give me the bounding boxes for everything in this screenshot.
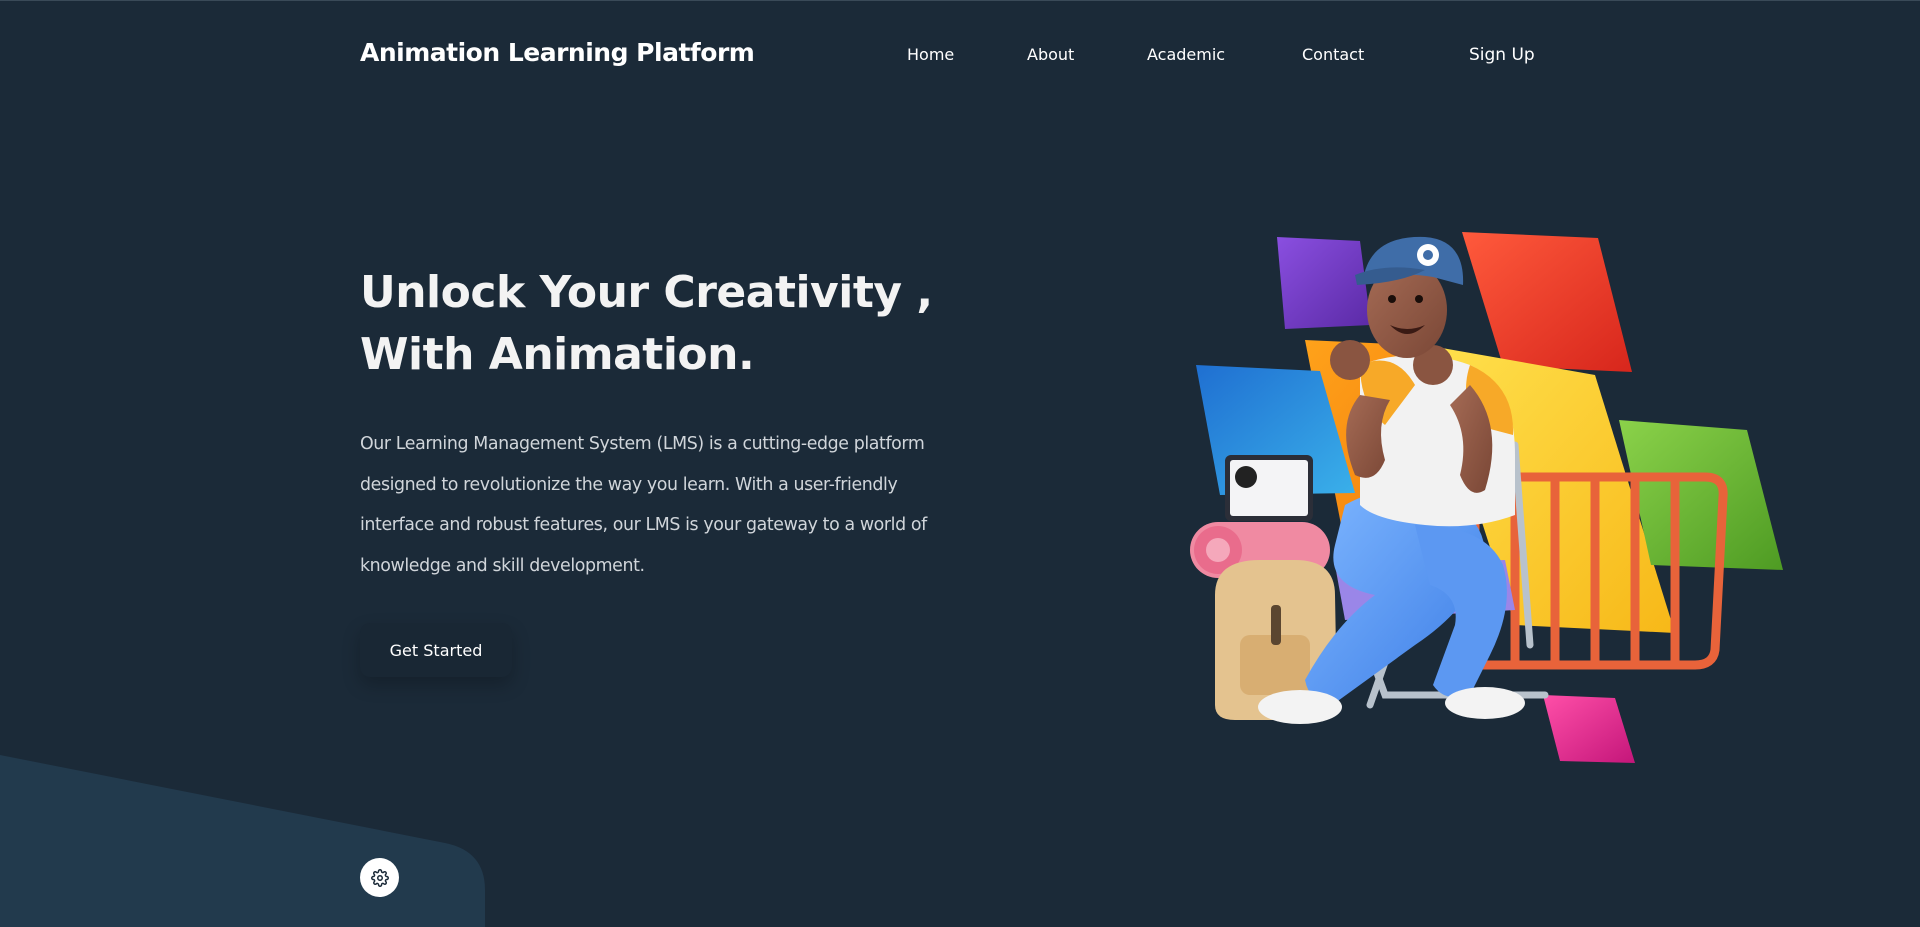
nav-contact[interactable]: Contact: [1302, 45, 1364, 64]
tile-pink: [1543, 695, 1635, 763]
nav-about[interactable]: About: [1027, 45, 1074, 64]
hero-title-line-2: With Animation.: [360, 329, 755, 380]
navbar: Animation Learning Platform Home About A…: [0, 0, 1920, 110]
fist-left: [1330, 340, 1370, 380]
shoe-right: [1445, 687, 1525, 719]
nav-home[interactable]: Home: [907, 45, 954, 64]
hero-description: Our Learning Management System (LMS) is …: [360, 434, 927, 576]
decorative-panel: [0, 755, 485, 927]
nav-academic[interactable]: Academic: [1147, 45, 1225, 64]
nav-signup[interactable]: Sign Up: [1469, 45, 1535, 65]
hero-title-line-1: Unlock Your Creativity ,: [360, 267, 933, 318]
get-started-button[interactable]: Get Started: [360, 623, 512, 677]
gear-icon: [370, 868, 389, 887]
hero-title: Unlock Your Creativity , With Animation.: [360, 262, 980, 386]
hero-illustration: [1190, 232, 1783, 763]
settings-button[interactable]: [360, 858, 399, 897]
tile-red: [1462, 232, 1632, 372]
brand-logo[interactable]: Animation Learning Platform: [360, 38, 755, 67]
shoe-left: [1258, 690, 1342, 724]
